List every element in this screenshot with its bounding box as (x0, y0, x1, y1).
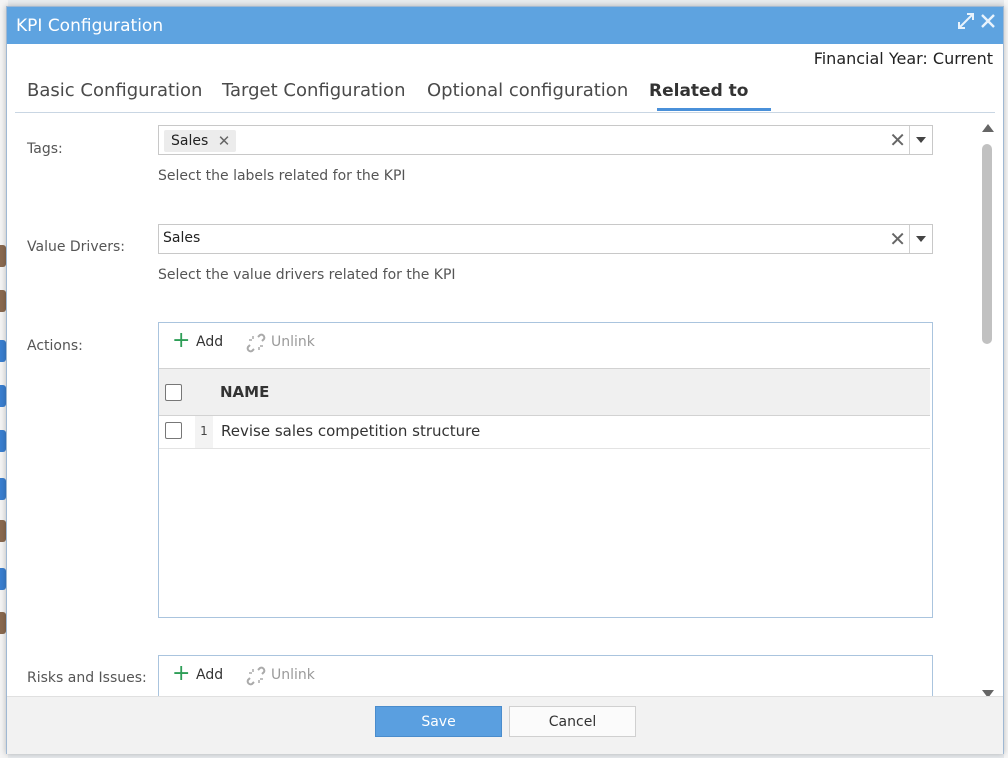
risks-add-button[interactable]: + Add (172, 661, 224, 686)
select-all-checkbox[interactable] (165, 384, 182, 401)
tags-multiselect[interactable]: Sales ✕ ✕ (158, 125, 933, 155)
actions-label: Actions: (27, 338, 83, 354)
chevron-down-icon (916, 137, 926, 143)
expand-arrows-icon[interactable] (957, 12, 975, 35)
tab-related-to[interactable]: Related to (649, 77, 748, 112)
row-number: 1 (195, 416, 213, 448)
plus-icon: + (172, 661, 191, 686)
active-tab-indicator (657, 108, 771, 111)
remove-tag-icon[interactable]: ✕ (218, 130, 231, 152)
risks-issues-toolbar: + Add Unlink (159, 656, 932, 696)
tag-chip: Sales ✕ (164, 130, 237, 152)
value-drivers-value: Sales (163, 230, 201, 246)
risks-issues-label: Risks and Issues: (27, 670, 147, 686)
content-scrollbar[interactable] (981, 124, 995, 698)
clear-value-drivers-icon[interactable]: ✕ (889, 226, 906, 252)
financial-year-indicator: Financial Year: Current (813, 49, 993, 68)
value-drivers-combobox[interactable]: Sales ✕ (158, 224, 933, 254)
value-drivers-label: Value Drivers: (27, 239, 125, 255)
save-button[interactable]: Save (375, 706, 502, 737)
scroll-thumb[interactable] (982, 144, 992, 344)
value-drivers-dropdown-arrow[interactable] (909, 225, 932, 253)
dialog-footer: Save Cancel (7, 696, 1003, 754)
dialog-title: KPI Configuration (16, 16, 164, 36)
kpi-configuration-dialog: KPI Configuration Financial Year: Curren… (6, 6, 1004, 754)
action-name[interactable]: Revise sales competition structure (221, 422, 480, 440)
close-icon[interactable] (980, 12, 996, 34)
scroll-up-arrow[interactable] (982, 124, 994, 132)
tab-basic-configuration[interactable]: Basic Configuration (27, 77, 202, 112)
plus-icon: + (172, 328, 191, 353)
actions-add-label: Add (196, 334, 224, 350)
value-drivers-hint: Select the value drivers related for the… (158, 267, 456, 283)
unlink-icon (246, 333, 266, 353)
actions-grid: + Add Unlink NAME 1 Revise sales competi… (158, 322, 933, 618)
unlink-icon (246, 666, 266, 686)
risks-add-label: Add (196, 667, 224, 683)
tab-divider (15, 112, 995, 113)
cancel-button[interactable]: Cancel (509, 706, 636, 737)
tags-dropdown-arrow[interactable] (909, 126, 932, 154)
actions-toolbar: + Add Unlink (159, 323, 932, 368)
tab-optional-configuration[interactable]: Optional configuration (427, 77, 628, 112)
actions-unlink-label: Unlink (271, 334, 315, 350)
tab-target-configuration[interactable]: Target Configuration (222, 77, 405, 112)
actions-unlink-button[interactable]: Unlink (245, 333, 315, 353)
chevron-down-icon (916, 236, 926, 242)
dialog-titlebar: KPI Configuration (7, 7, 1003, 44)
tags-label: Tags: (27, 141, 63, 157)
actions-grid-header: NAME (159, 368, 930, 416)
actions-add-button[interactable]: + Add (172, 328, 224, 353)
risks-issues-grid: + Add Unlink (158, 655, 933, 696)
risks-unlink-label: Unlink (271, 667, 315, 683)
tag-chip-label: Sales (171, 133, 209, 149)
clear-tags-icon[interactable]: ✕ (889, 127, 906, 153)
background-app-edge-right (1004, 0, 1008, 758)
name-column-header[interactable]: NAME (220, 383, 269, 401)
row-checkbox[interactable] (165, 422, 182, 439)
tags-hint: Select the labels related for the KPI (158, 168, 406, 184)
related-to-panel: Tags: Sales ✕ ✕ Select the labels relate… (7, 114, 982, 696)
table-row[interactable]: 1 Revise sales competition structure (159, 416, 930, 449)
risks-unlink-button[interactable]: Unlink (245, 666, 315, 686)
